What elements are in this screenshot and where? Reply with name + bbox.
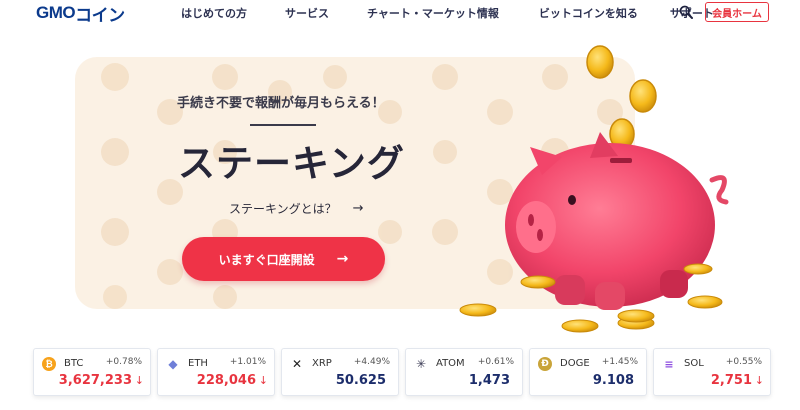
ticker-symbol: SOL <box>684 358 704 369</box>
piggy-bank-illustration <box>459 45 729 333</box>
ticker-card-btc[interactable]: ₿ BTC +0.78% 3,627,233 ↓ <box>33 348 151 396</box>
solana-icon: ≡ <box>662 357 676 371</box>
price-ticker-bar: ₿ BTC +0.78% 3,627,233 ↓ ◆ ETH +1.01% 22… <box>33 348 773 398</box>
arrow-right-icon: → <box>352 201 364 216</box>
open-account-button[interactable]: いますぐ口座開設 → <box>182 237 385 281</box>
ticker-card-xrp[interactable]: ✕ XRP +4.49% 50.625 <box>281 348 399 396</box>
dogecoin-icon: Ð <box>538 357 552 371</box>
ticker-change: +4.49% <box>353 357 390 367</box>
ticker-symbol: DOGE <box>560 358 590 369</box>
ticker-price: 228,046 <box>196 373 256 388</box>
ethereum-icon: ◆ <box>166 357 180 371</box>
ticker-symbol: BTC <box>64 358 84 369</box>
ticker-card-doge[interactable]: Ð DOGE +1.45% 9.108 <box>529 348 647 396</box>
ticker-symbol: ETH <box>188 358 208 369</box>
cosmos-icon: ✳ <box>414 357 428 371</box>
what-is-staking-link[interactable]: ステーキングとは？ → <box>229 200 364 217</box>
ticker-price: 3,627,233 <box>58 373 132 388</box>
ticker-price: 9.108 <box>592 373 634 388</box>
open-account-label: いますぐ口座開設 <box>218 252 315 267</box>
hero-divider <box>250 124 316 126</box>
ticker-change: +1.45% <box>601 357 638 367</box>
ticker-card-sol[interactable]: ≡ SOL +0.55% 2,751 ↓ <box>653 348 771 396</box>
hero-title: ステーキング <box>178 142 405 185</box>
ticker-card-atom[interactable]: ✳ ATOM +0.61% 1,473 <box>405 348 523 396</box>
down-arrow-icon: ↓ <box>134 374 144 387</box>
ticker-price: 2,751 <box>710 373 752 388</box>
falling-coins <box>586 45 657 150</box>
hero-tagline: 手続き不要で報酬が毎月もらえる！ <box>177 96 385 111</box>
ticker-change: +1.01% <box>229 357 266 367</box>
ticker-price: 1,473 <box>468 373 510 388</box>
arrow-right-icon: → <box>336 251 349 267</box>
ticker-change: +0.55% <box>725 357 762 367</box>
what-is-staking-label: ステーキングとは？ <box>229 202 337 216</box>
ticker-change: +0.78% <box>105 357 142 367</box>
bitcoin-icon: ₿ <box>42 357 56 371</box>
ticker-symbol: XRP <box>312 358 332 369</box>
xrp-icon: ✕ <box>290 357 304 371</box>
ticker-change: +0.61% <box>477 357 514 367</box>
ticker-symbol: ATOM <box>436 358 465 369</box>
ticker-card-eth[interactable]: ◆ ETH +1.01% 228,046 ↓ <box>157 348 275 396</box>
down-arrow-icon: ↓ <box>258 374 268 387</box>
ticker-price: 50.625 <box>335 373 386 388</box>
down-arrow-icon: ↓ <box>754 374 764 387</box>
